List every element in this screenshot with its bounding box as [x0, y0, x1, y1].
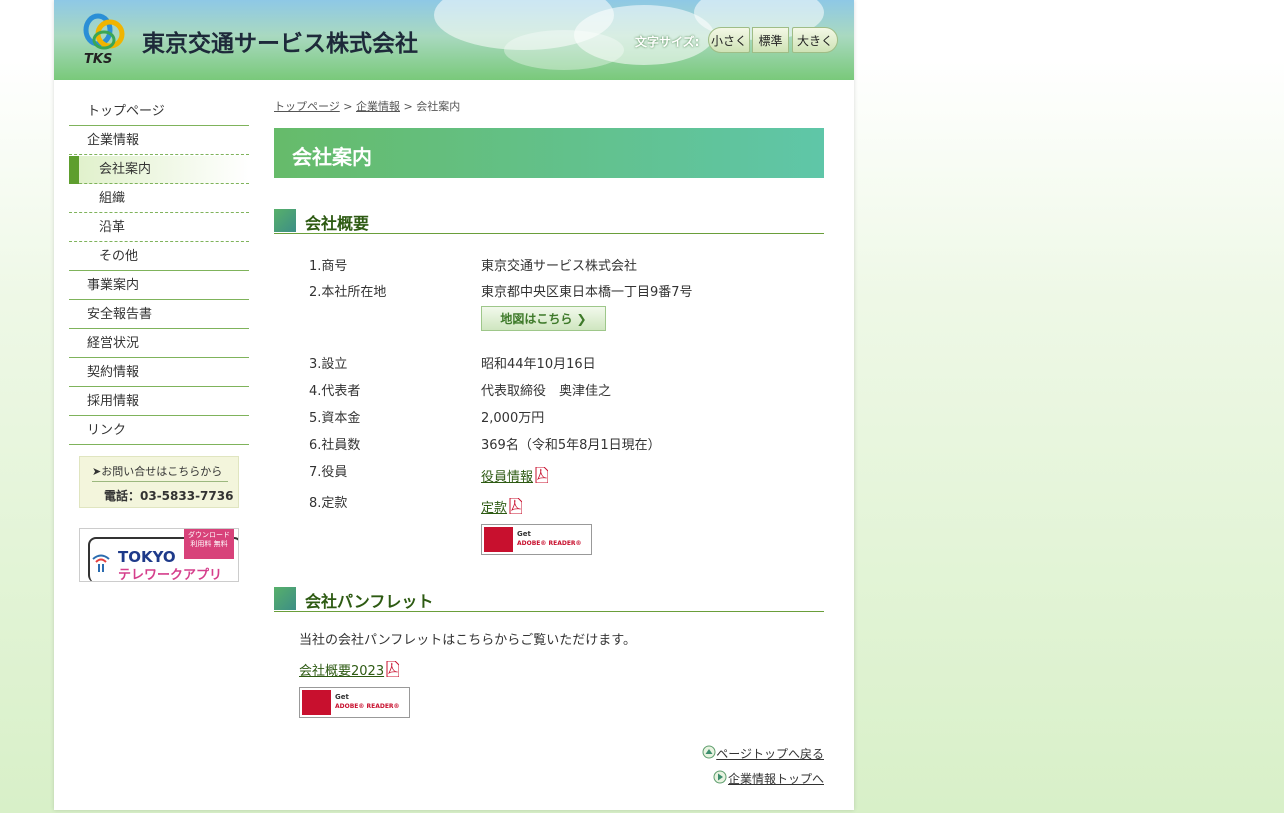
- breadcrumb-current: 会社案内: [416, 100, 461, 113]
- get-adobe-reader-button[interactable]: Get ADOBE® READER®: [299, 687, 410, 718]
- adobe-get-text: Get: [335, 693, 349, 701]
- fontsize-large-button[interactable]: 大きく: [792, 27, 838, 53]
- section-heading-text: 会社パンフレット: [305, 592, 434, 611]
- row-value: 定款: [481, 492, 523, 516]
- sidebar-nav: トップページ 企業情報 会社案内 組織 沿革 その他 事業案内 安全報告書 経営…: [69, 98, 249, 446]
- page-title-banner: 会社案内: [274, 128, 824, 178]
- adobe-logo-icon: [302, 690, 331, 715]
- site-header: TKS 東京交通サービス株式会社 文字サイズ: 小さく 標準 大きく: [54, 0, 854, 80]
- nav-item-history[interactable]: 沿革: [69, 214, 249, 242]
- nav-item-management[interactable]: 経営状況: [69, 330, 249, 358]
- nav-item-contracts[interactable]: 契約情報: [69, 359, 249, 387]
- pdf-icon: [535, 467, 549, 483]
- heading-marker-icon: [274, 209, 296, 232]
- page-title: 会社案内: [292, 145, 372, 169]
- row-label: 7.役員: [309, 465, 348, 480]
- nav-item-company-overview[interactable]: 会社案内: [69, 156, 249, 184]
- section-heading-text: 会社概要: [305, 214, 370, 233]
- row-label: 5.資本金: [309, 411, 361, 426]
- company-name: 東京交通サービス株式会社: [142, 31, 418, 57]
- company-info-top-link[interactable]: 企業情報トップへ: [728, 770, 824, 787]
- nav-item-business[interactable]: 事業案内: [69, 272, 249, 300]
- contact-text: ➤お問い合せはこちらから: [92, 465, 223, 478]
- telework-app-banner[interactable]: ダウンロード 利用料 無料 TOKYO テレワークアプリ: [79, 528, 239, 582]
- row-value: 東京交通サービス株式会社: [481, 259, 638, 274]
- nav-item-safety-report[interactable]: 安全報告書: [69, 301, 249, 329]
- breadcrumb: トップページ > 企業情報 > 会社案内: [274, 98, 460, 114]
- row-value: 昭和44年10月16日: [481, 357, 596, 372]
- adobe-logo-icon: [484, 527, 513, 552]
- divider: [92, 481, 228, 482]
- adobe-get-text: Get: [517, 530, 531, 538]
- breadcrumb-separator: >: [339, 100, 356, 113]
- row-label: 6.社員数: [309, 438, 361, 453]
- contact-banner[interactable]: ➤お問い合せはこちらから 電話：03-5833-7736: [79, 456, 239, 508]
- fontsize-small-button[interactable]: 小さく: [708, 27, 750, 53]
- row-label: 3.設立: [309, 357, 348, 372]
- arrow-right-circle-icon: [713, 770, 727, 784]
- row-label: 8.定款: [309, 496, 348, 511]
- heading-marker-icon: [274, 587, 296, 610]
- map-button[interactable]: 地図はこちら ❯: [481, 306, 606, 331]
- nav-item-organization[interactable]: 組織: [69, 185, 249, 213]
- section-heading-overview: 会社概要: [274, 209, 824, 234]
- row-label: 1.商号: [309, 259, 348, 274]
- nav-item-recruitment[interactable]: 採用情報: [69, 388, 249, 416]
- nav-item-other[interactable]: その他: [69, 243, 249, 271]
- get-adobe-reader-button[interactable]: Get ADOBE® READER®: [481, 524, 592, 555]
- articles-pdf-link[interactable]: 定款: [481, 497, 507, 516]
- row-value: 369名（令和5年8月1日現在）: [481, 438, 661, 453]
- row-label: 4.代表者: [309, 384, 361, 399]
- nav-item-links[interactable]: リンク: [69, 417, 249, 445]
- row-value: 代表取締役 奥津佳之: [481, 384, 612, 399]
- section-heading-pamphlet: 会社パンフレット: [274, 587, 824, 612]
- pamphlet-description: 当社の会社パンフレットはこちらからご覧いただけます。: [299, 633, 636, 648]
- row-label: 2.本社所在地: [309, 285, 387, 300]
- pamphlet-link-row: 会社概要2023: [299, 655, 400, 679]
- fontsize-label: 文字サイズ:: [635, 35, 700, 49]
- pdf-icon: [509, 498, 523, 514]
- breadcrumb-separator: >: [400, 100, 417, 113]
- page-container: TKS 東京交通サービス株式会社 文字サイズ: 小さく 標準 大きく トップペー…: [54, 0, 854, 810]
- arrow-up-circle-icon: [702, 745, 716, 759]
- adobe-reader-text: ADOBE® READER®: [517, 540, 582, 547]
- free-download-badge: ダウンロード 利用料 無料: [184, 529, 234, 559]
- pamphlet-pdf-link[interactable]: 会社概要2023: [299, 660, 384, 679]
- page-top-link[interactable]: ページトップへ戻る: [716, 745, 824, 762]
- pdf-icon: [386, 661, 400, 677]
- wifi-logo-icon: [90, 551, 112, 573]
- nav-item-company-info[interactable]: 企業情報: [69, 127, 249, 155]
- nav-item-top[interactable]: トップページ: [69, 98, 249, 126]
- app-title-telework: テレワークアプリ: [118, 568, 223, 582]
- row-value: 役員情報: [481, 461, 549, 485]
- row-value: 2,000万円: [481, 411, 545, 426]
- company-logo[interactable]: TKS: [78, 10, 128, 68]
- contact-phone: 電話：03-5833-7736: [104, 489, 234, 503]
- logo-text: TKS: [84, 52, 113, 67]
- breadcrumb-home-link[interactable]: トップページ: [274, 100, 340, 113]
- adobe-reader-text: ADOBE® READER®: [335, 703, 400, 710]
- breadcrumb-parent-link[interactable]: 企業情報: [356, 100, 400, 113]
- officers-pdf-link[interactable]: 役員情報: [481, 466, 533, 485]
- row-value: 東京都中央区東日本橋一丁目9番7号: [481, 285, 693, 300]
- fontsize-standard-button[interactable]: 標準: [752, 27, 789, 53]
